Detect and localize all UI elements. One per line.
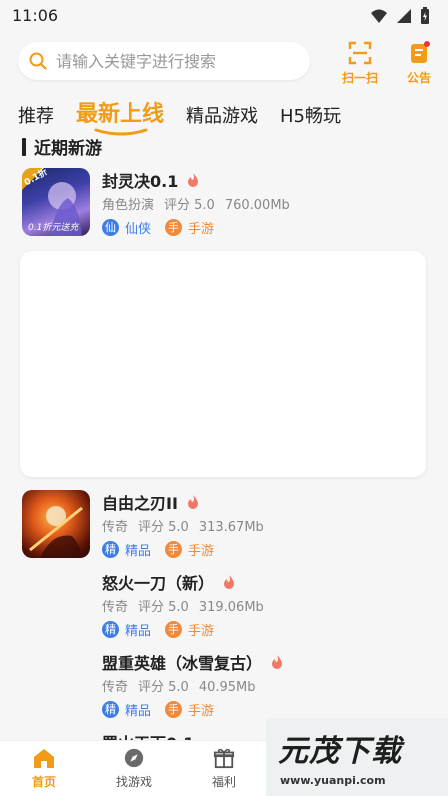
status-bar: 11:06 — [0, 0, 448, 32]
banner-card[interactable] — [20, 251, 426, 477]
system-icons — [370, 7, 430, 25]
game-tags: 仙仙侠 手手游 — [102, 218, 228, 237]
thumb-caption: 0.1折元送充 — [28, 223, 79, 233]
game-name: 盟重英雄（冰雪复古） — [102, 650, 284, 674]
tab-featured[interactable]: 精品游戏 — [186, 102, 258, 128]
game-thumbnail — [22, 490, 90, 558]
gift-icon — [213, 748, 235, 769]
fire-icon — [188, 173, 199, 187]
home-icon — [34, 749, 54, 768]
tab-h5[interactable]: H5畅玩 — [280, 102, 341, 128]
search-icon — [29, 52, 47, 70]
nav-home[interactable]: 首页 — [14, 747, 74, 790]
game-meta: 角色扮演 评分 5.0 760.00Mb — [102, 198, 290, 213]
section-bar — [22, 137, 26, 156]
section-title: 近期新游 — [22, 134, 102, 159]
scan-label: 扫一扫 — [341, 71, 378, 85]
fire-icon — [224, 575, 235, 589]
tag-mobile: 手手游 — [165, 218, 214, 237]
fire-icon — [272, 655, 283, 669]
tag-quality: 精精品 — [102, 620, 151, 639]
tab-recommend[interactable]: 推荐 — [18, 102, 54, 128]
nav-welfare[interactable]: 福利 — [194, 747, 254, 790]
search-input[interactable] — [54, 50, 298, 72]
site-watermark: 元茂下载 www.yuanpi.com — [266, 718, 448, 796]
tag-mobile: 手手游 — [165, 540, 214, 559]
tag-mobile: 手手游 — [165, 620, 214, 639]
notice-button[interactable]: 公告 — [397, 40, 441, 86]
search-bar[interactable] — [18, 42, 310, 80]
fire-icon — [187, 495, 198, 509]
wifi-icon — [371, 9, 387, 23]
scan-icon — [348, 41, 372, 65]
tag-mobile: 手手游 — [165, 700, 214, 719]
status-time: 11:06 — [12, 6, 59, 25]
watermark-url: www.yuanpi.com — [280, 774, 386, 787]
tag-genre: 仙仙侠 — [102, 218, 151, 237]
game-name: 自由之刃II — [102, 490, 200, 514]
tab-newest[interactable]: 最新上线 — [76, 96, 164, 136]
game-name: 封灵决0.1 — [102, 168, 200, 192]
game-tags: 精精品 手手游 — [102, 700, 228, 719]
game-meta: 传奇 评分 5.0 313.67Mb — [102, 520, 264, 535]
compass-icon — [124, 748, 144, 768]
game-meta: 传奇 评分 5.0 319.06Mb — [102, 600, 264, 615]
battery-icon — [421, 7, 429, 24]
game-meta: 传奇 评分 5.0 40.95Mb — [102, 680, 256, 695]
notice-label: 公告 — [406, 71, 431, 85]
tag-quality: 精精品 — [102, 700, 151, 719]
watermark-logo-text: 元茂下载 — [278, 734, 402, 769]
nav-find-games[interactable]: 找游戏 — [104, 747, 164, 790]
scan-button[interactable]: 扫一扫 — [338, 40, 382, 86]
game-thumbnail-art — [29, 506, 83, 558]
game-thumbnail: 0.1折 0.1折元送充 — [22, 168, 90, 236]
tag-quality: 精精品 — [102, 540, 151, 559]
signal-icon — [397, 9, 411, 23]
game-name: 怒火一刀（新） — [102, 570, 236, 594]
game-tags: 精精品 手手游 — [102, 620, 228, 639]
category-tabs: 推荐 最新上线 精品游戏 H5畅玩 — [18, 88, 363, 136]
game-tags: 精精品 手手游 — [102, 540, 228, 559]
active-tab-underline — [94, 128, 148, 136]
notice-icon — [411, 41, 430, 63]
